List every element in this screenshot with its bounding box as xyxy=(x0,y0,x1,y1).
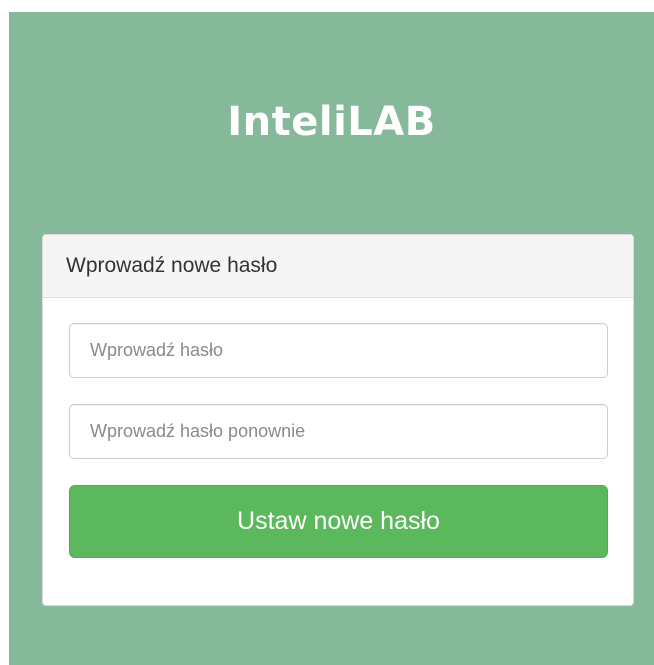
app-title: InteliLAB xyxy=(227,99,436,145)
new-password-input[interactable] xyxy=(69,323,608,378)
card-header: Wprowadź nowe hasło xyxy=(43,235,633,298)
set-new-password-label: Ustaw nowe hasło xyxy=(237,507,440,535)
confirm-password-input[interactable] xyxy=(69,404,608,459)
set-new-password-button[interactable]: Ustaw nowe hasło xyxy=(69,485,608,558)
reset-password-card: Wprowadź nowe hasło Ustaw nowe hasło xyxy=(42,234,634,606)
card-heading: Wprowadź nowe hasło xyxy=(66,254,278,277)
